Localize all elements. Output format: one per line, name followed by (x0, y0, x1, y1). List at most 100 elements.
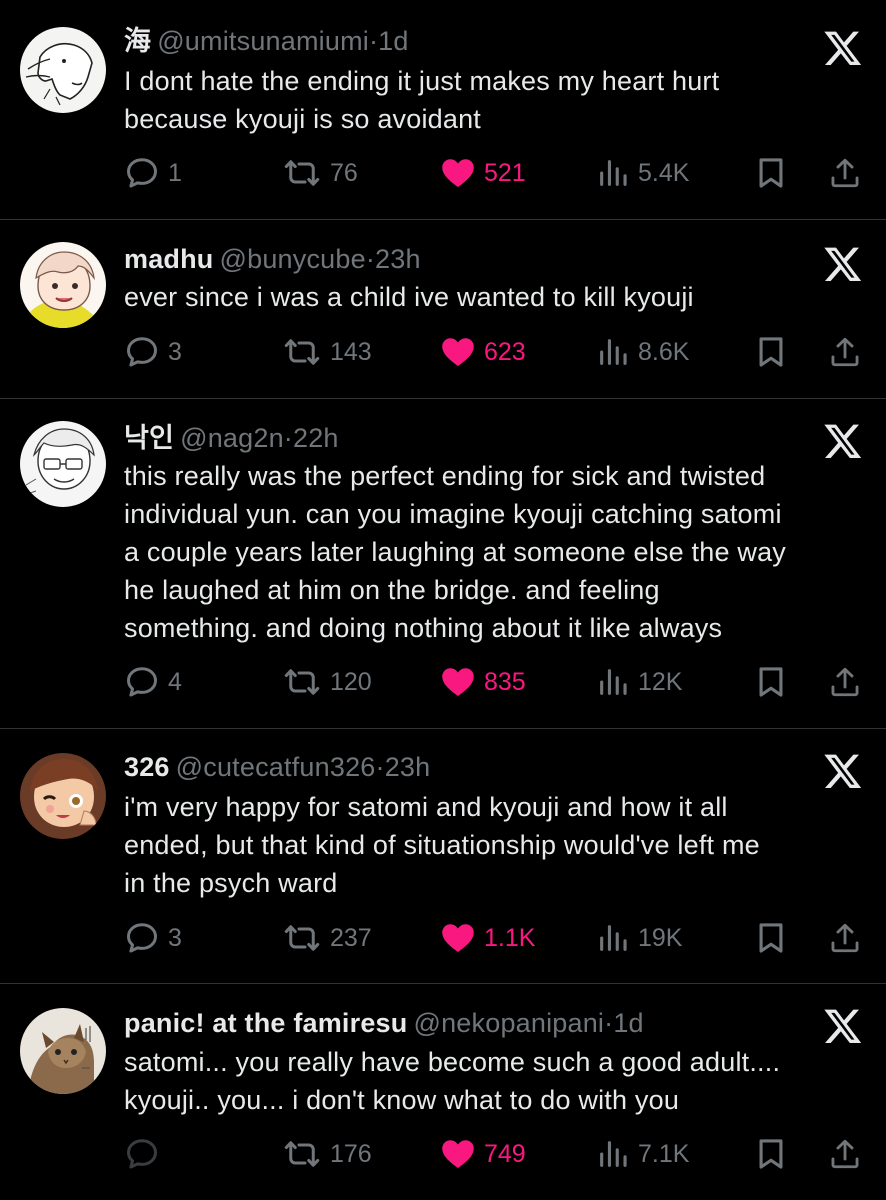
share-button[interactable] (828, 332, 862, 372)
share-upload-icon (828, 335, 862, 369)
handle[interactable]: @umitsunamiumi (157, 26, 369, 56)
display-name[interactable]: 낙인 (124, 423, 174, 453)
reply-count: 3 (168, 337, 182, 366)
reply-count: 1 (168, 158, 182, 187)
x-logo-icon (822, 1006, 864, 1046)
bookmark-icon (754, 665, 788, 699)
bar-chart-icon (596, 335, 630, 369)
timestamp[interactable]: 23h (375, 244, 421, 274)
heart-icon (440, 1136, 476, 1172)
timestamp[interactable]: 1d (378, 26, 408, 56)
reply-button[interactable]: 3 (124, 332, 182, 372)
like-button[interactable]: 1.1K (440, 918, 535, 958)
bar-chart-icon (596, 1137, 630, 1171)
handle[interactable]: @cutecatfun326 (176, 752, 376, 782)
bar-chart-icon (596, 921, 630, 955)
views-button[interactable]: 19K (596, 918, 682, 958)
timestamp[interactable]: 22h (293, 423, 339, 453)
tweet-text: i'm very happy for satomi and kyouji and… (124, 788, 864, 902)
share-upload-icon (828, 665, 862, 699)
tweet[interactable]: 海 @umitsunamiumi·1d I dont hate the endin… (0, 0, 886, 219)
tweet[interactable]: 낙인 @nag2n·22h this really was the perfect… (0, 399, 886, 728)
handle[interactable]: @bunycube (220, 244, 366, 274)
repost-arrows-icon (282, 664, 322, 700)
tweet-header: 낙인 @nag2n·22h (124, 421, 339, 455)
tweet-text-line: kyouji.. you... i don't know what to do … (124, 1085, 680, 1115)
bookmark-icon (754, 335, 788, 369)
views-button[interactable]: 7.1K (596, 1134, 689, 1174)
tweet[interactable]: panic! at the famiresu @nekopanipani·1d s… (0, 984, 886, 1200)
bookmark-button[interactable] (754, 662, 788, 702)
like-count: 521 (484, 158, 526, 187)
speech-bubble-icon (124, 920, 160, 956)
bar-chart-icon (596, 665, 630, 699)
avatar[interactable] (20, 1008, 106, 1094)
tweet-text-line: satomi... you really have become such a … (124, 1047, 781, 1077)
tweet-header: 海 @umitsunamiumi·1d (124, 24, 409, 58)
reply-button[interactable]: 1 (124, 153, 182, 193)
tweet-header: madhu @bunycube·23h (124, 242, 421, 276)
reply-button[interactable]: 4 (124, 662, 182, 702)
display-name[interactable]: 326 (124, 752, 170, 782)
avatar[interactable] (20, 753, 106, 839)
display-name[interactable]: 海 (124, 26, 151, 56)
retweet-count: 143 (330, 337, 372, 366)
views-button[interactable]: 8.6K (596, 332, 689, 372)
bookmark-button[interactable] (754, 332, 788, 372)
views-count: 19K (638, 923, 683, 952)
tweet-text: I dont hate the ending it just makes my … (124, 62, 864, 138)
share-button[interactable] (828, 918, 862, 958)
tweet-header: panic! at the famiresu @nekopanipani·1d (124, 1006, 644, 1040)
retweet-button[interactable]: 120 (282, 662, 372, 702)
heart-icon (440, 334, 476, 370)
tweet[interactable]: 326 @cutecatfun326·23h i'm very happy for… (0, 729, 886, 983)
retweet-button[interactable]: 176 (282, 1134, 372, 1174)
reply-button[interactable] (124, 1134, 168, 1174)
speech-bubble-icon (124, 155, 160, 191)
reply-button[interactable]: 3 (124, 918, 182, 958)
avatar[interactable] (20, 242, 106, 328)
action-bar: 1 76 521 5.4K (124, 153, 864, 193)
separator: · (368, 26, 379, 56)
reply-feed: 海 @umitsunamiumi·1d I dont hate the endin… (0, 0, 886, 1200)
views-count: 7.1K (638, 1139, 690, 1168)
avatar[interactable] (20, 27, 106, 113)
bookmark-button[interactable] (754, 153, 788, 193)
reply-count: 3 (168, 923, 182, 952)
share-button[interactable] (828, 1134, 862, 1174)
tweet-text-line: I dont hate the ending it just makes my … (124, 66, 720, 96)
display-name[interactable]: madhu (124, 244, 214, 274)
retweet-count: 237 (330, 923, 372, 952)
separator: · (604, 1008, 614, 1038)
tweet-text-line: something. and doing nothing about it li… (124, 613, 723, 643)
separator: · (365, 244, 376, 274)
like-button[interactable]: 835 (440, 662, 526, 702)
timestamp[interactable]: 1d (613, 1008, 643, 1038)
retweet-count: 76 (330, 158, 358, 187)
like-button[interactable]: 623 (440, 332, 526, 372)
handle[interactable]: @nag2n (180, 423, 284, 453)
retweet-button[interactable]: 237 (282, 918, 372, 958)
retweet-button[interactable]: 76 (282, 153, 358, 193)
bookmark-button[interactable] (754, 918, 788, 958)
views-button[interactable]: 5.4K (596, 153, 689, 193)
share-button[interactable] (828, 153, 862, 193)
avatar[interactable] (20, 421, 106, 507)
tweet-text-line: he laughed at him on the bridge. and fee… (124, 575, 660, 605)
separator: · (375, 752, 385, 782)
bookmark-button[interactable] (754, 1134, 788, 1174)
action-bar: 176 749 7.1K (124, 1134, 864, 1174)
tweet[interactable]: madhu @bunycube·23h ever since i was a ch… (0, 220, 886, 398)
like-count: 835 (484, 667, 526, 696)
handle[interactable]: @nekopanipani (413, 1008, 604, 1038)
views-button[interactable]: 12K (596, 662, 682, 702)
retweet-count: 176 (330, 1139, 372, 1168)
like-button[interactable]: 521 (440, 153, 526, 193)
share-button[interactable] (828, 662, 862, 702)
retweet-button[interactable]: 143 (282, 332, 372, 372)
repost-arrows-icon (282, 155, 322, 191)
display-name[interactable]: panic! at the famiresu (124, 1008, 407, 1038)
timestamp[interactable]: 23h (385, 752, 431, 782)
tweet-text-line: because kyouji is so avoidant (124, 104, 482, 134)
like-button[interactable]: 749 (440, 1134, 526, 1174)
